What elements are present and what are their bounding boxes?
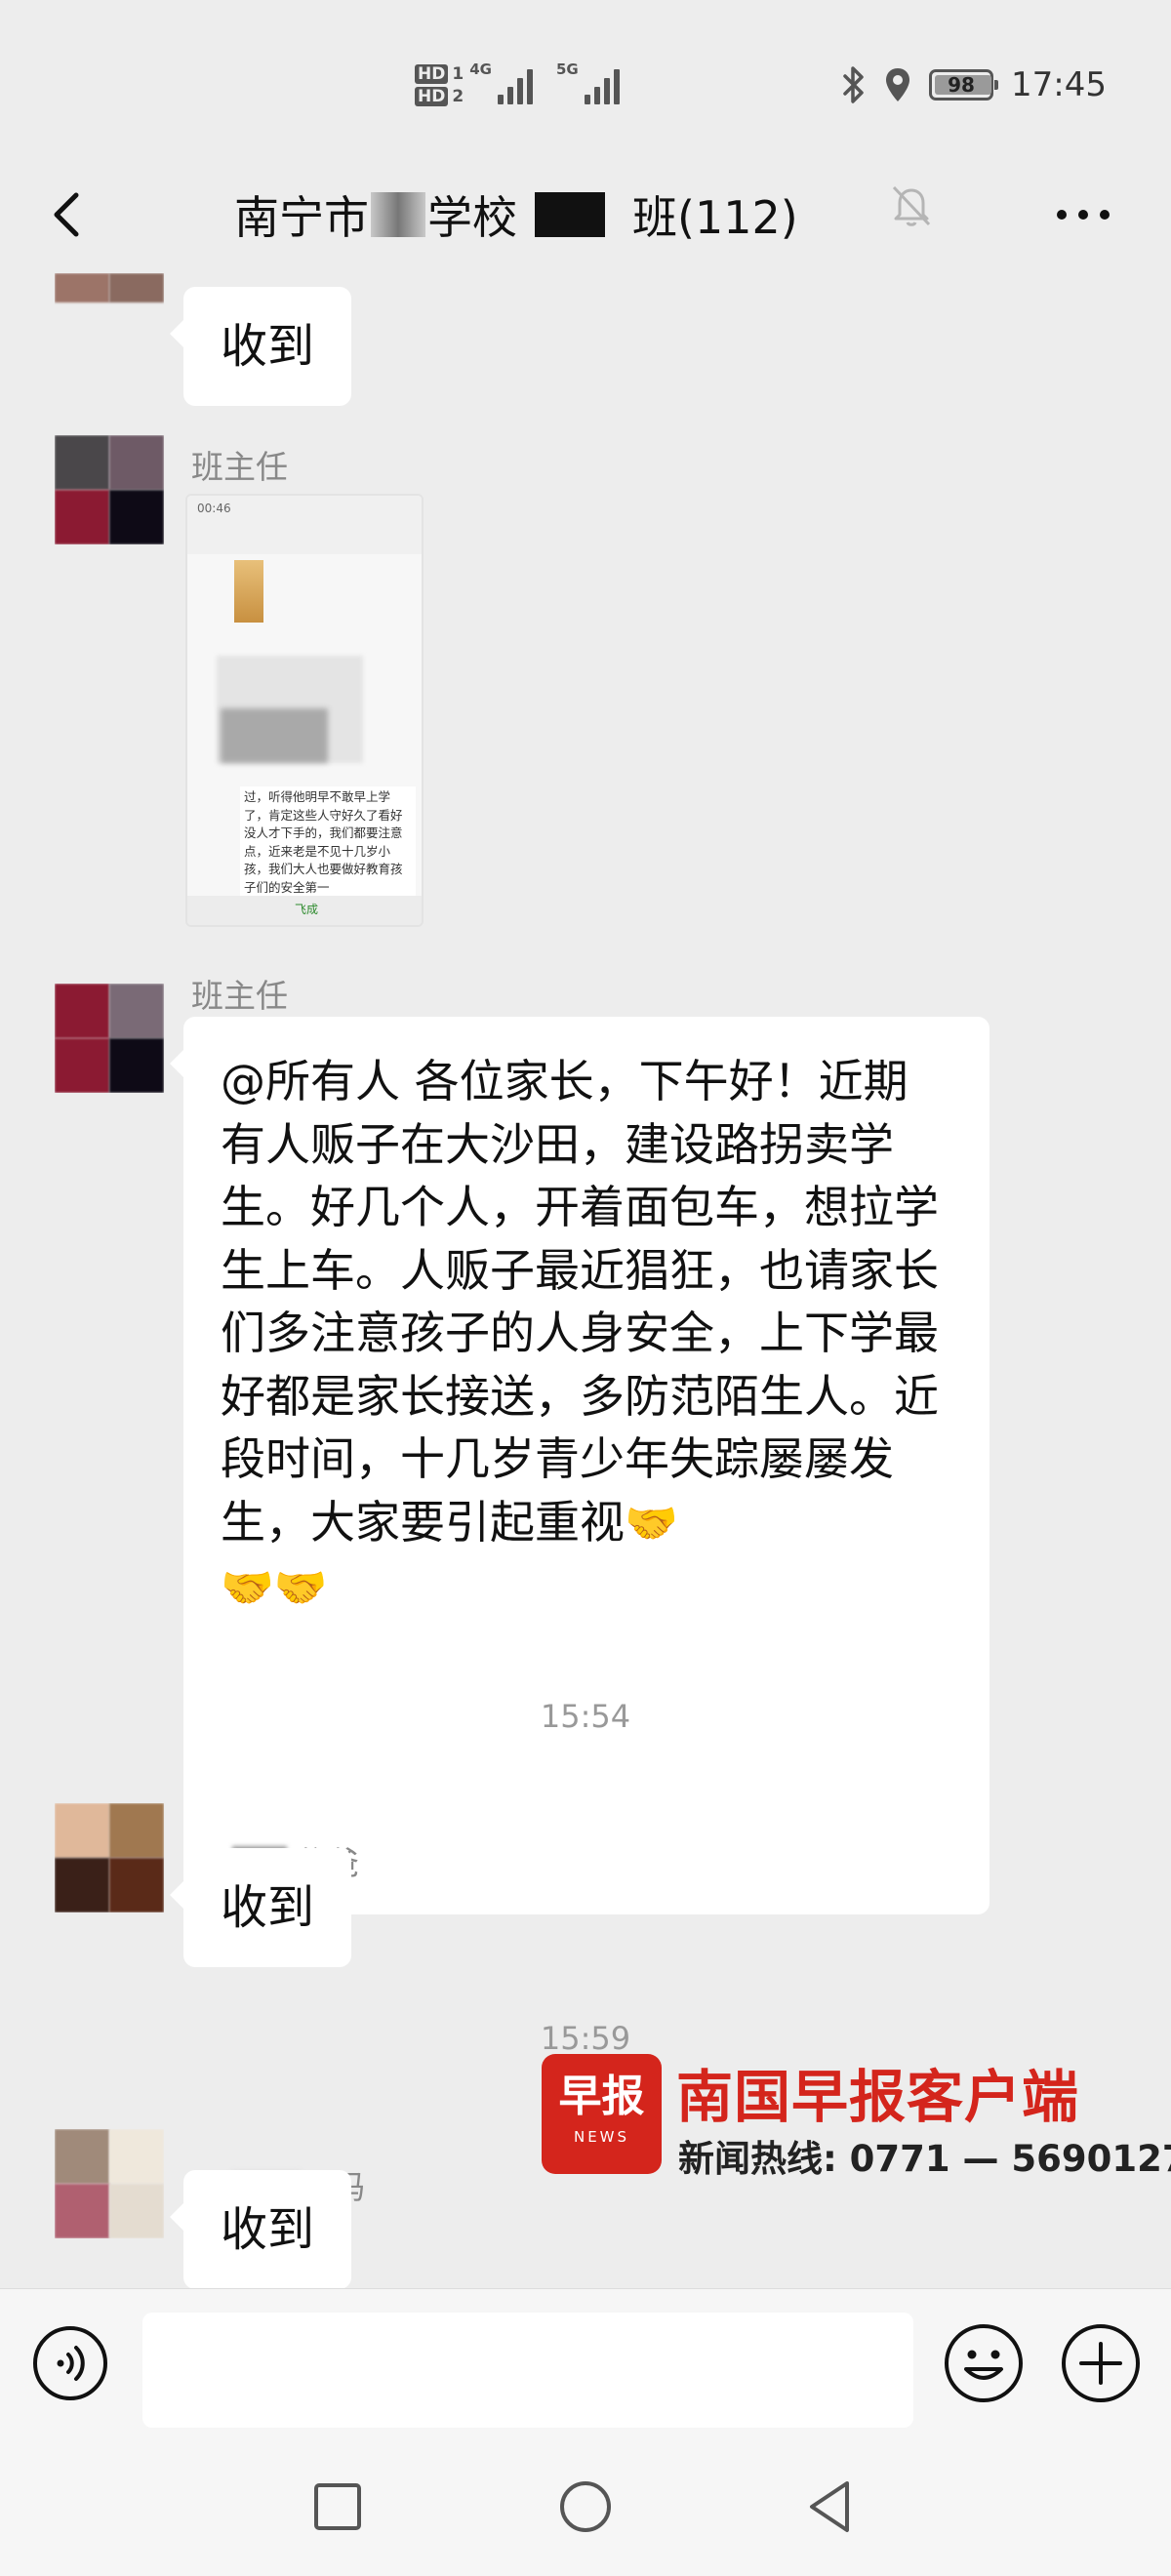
logo-subtext: NEWS — [573, 2128, 630, 2146]
message-bubble[interactable]: @所有人 各位家长，下午好！近期有人贩子在大沙田，建设路拐卖学生。好几个人，开着… — [170, 1017, 989, 1914]
home-icon[interactable] — [554, 2475, 617, 2538]
message-text: 收到 — [221, 319, 315, 374]
redaction-block-2 — [535, 192, 605, 237]
handshake-emoji: 🤝 — [625, 1498, 678, 1549]
system-navigation — [0, 2444, 1171, 2576]
message-input[interactable] — [142, 2313, 913, 2428]
input-bar — [0, 2288, 1171, 2444]
signal-1-icon — [497, 67, 533, 104]
sender-name: 班主任 — [191, 977, 288, 1015]
avatar[interactable] — [55, 2129, 164, 2238]
watermark-hotline: 新闻热线: 0771 — 5690127 — [678, 2138, 1171, 2180]
sender-name: 班主任 — [191, 448, 288, 486]
status-bar: HD 1 HD 2 4G 5G 98 17:45 — [0, 0, 1171, 166]
message-list[interactable]: 收到 班主任 00:46 过，听得他明早不敢早上学了，肯定这些人守好久了看好没人… — [0, 273, 1171, 2288]
plus-icon[interactable] — [1060, 2322, 1142, 2404]
group-title: 南宁市 学校 班(112) — [234, 183, 798, 246]
timestamp: 15:54 — [540, 1698, 631, 1735]
message-text: 收到 — [221, 2202, 315, 2257]
clock: 17:45 — [1011, 65, 1107, 104]
message-text: 收到 — [221, 1880, 315, 1935]
thumb-time: 00:46 — [197, 502, 231, 515]
thumb-footer-text: 飞成 — [295, 903, 319, 916]
news-watermark: 早报 NEWS 南国早报客户端 新闻热线: 0771 — 5690127 — [542, 2051, 1171, 2180]
hd-badge-2: HD 2 — [415, 87, 464, 106]
bluetooth-icon — [843, 66, 864, 103]
avatar[interactable] — [55, 984, 164, 1093]
avatar[interactable] — [55, 273, 164, 332]
thumb-redaction — [221, 708, 328, 763]
message-bubble[interactable]: 收到 — [169, 1848, 352, 1967]
watermark-title: 南国早报客户端 — [676, 2064, 1080, 2130]
title-city: 南宁市 — [234, 191, 369, 244]
voice-icon[interactable] — [31, 2324, 109, 2402]
title-school: 学校 — [427, 191, 517, 244]
network-type-1: 4G — [469, 60, 492, 78]
message-bubble[interactable]: 收到 — [169, 2170, 352, 2288]
image-message[interactable]: 00:46 过，听得他明早不敢早上学了，肯定这些人守好久了看好没人才下手的，我们… — [185, 494, 424, 927]
network-indicators: HD 1 HD 2 4G 5G — [415, 55, 637, 117]
hd-badge-1: HD 1 — [415, 64, 464, 84]
network-type-2: 5G — [555, 60, 579, 78]
avatar[interactable] — [55, 435, 164, 544]
chat-header: 南宁市 学校 班(112) — [0, 156, 1171, 273]
recent-apps-icon[interactable] — [306, 2475, 369, 2538]
bell-muted-icon — [892, 185, 931, 226]
back-icon[interactable] — [800, 2475, 863, 2538]
status-right: 98 17:45 — [841, 60, 1107, 109]
avatar[interactable] — [55, 1803, 164, 1912]
location-icon — [886, 68, 910, 101]
more-dots-icon[interactable] — [1054, 199, 1112, 230]
chevron-left-icon[interactable] — [39, 183, 98, 246]
newspaper-logo: 早报 NEWS — [542, 2054, 662, 2174]
redaction-block-1 — [371, 192, 425, 237]
message-text: @所有人 各位家长，下午好！近期有人贩子在大沙田，建设路拐卖学生。好几个人，开着… — [221, 1055, 939, 1549]
emoji-icon[interactable] — [943, 2322, 1025, 2404]
message-bubble[interactable]: 收到 — [169, 287, 352, 406]
battery-icon: 98 — [929, 69, 999, 101]
thumb-image-block — [234, 560, 263, 623]
logo-text: 早报 — [558, 2072, 645, 2121]
signal-2-icon — [584, 67, 620, 104]
handshake-emoji: 🤝🤝 — [221, 1563, 328, 1613]
battery-level: 98 — [948, 73, 975, 97]
thumb-text: 过，听得他明早不敢早上学了，肯定这些人守好久了看好没人才下手的，我们都要注意点，… — [240, 786, 416, 899]
title-class: 班(112) — [632, 191, 798, 244]
